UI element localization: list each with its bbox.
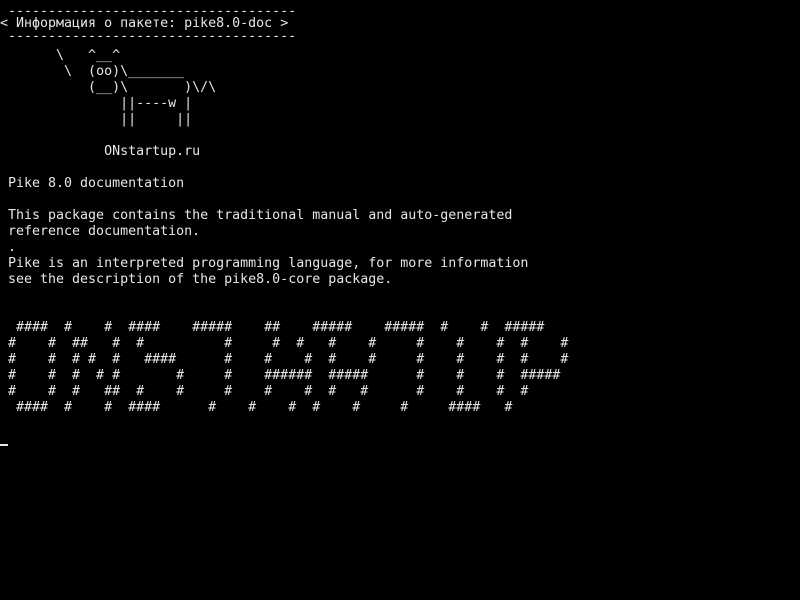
cow-art-line: \ ^__^ — [0, 48, 121, 63]
cow-art-line: \ (oo)\_______ — [0, 64, 185, 79]
banner-line: # # # # # #### # # # # # # # # # # — [8, 352, 569, 367]
banner-line: # # ## # # # # # # # # # # # # — [8, 336, 569, 351]
description-line: This package contains the traditional ma… — [8, 208, 513, 223]
cow-art-line: (__)\ )\/\ — [0, 80, 217, 95]
banner-line: #### # # #### ##### ## ##### ##### # # #… — [8, 320, 545, 335]
banner-line: #### # # #### # # # # # # #### # — [8, 400, 513, 415]
site-name: ONstartup.ru — [0, 144, 201, 159]
text-cursor — [0, 444, 8, 446]
cow-art-line: ||----w | — [0, 96, 193, 111]
cow-art-line: || || — [0, 112, 193, 127]
terminal-screen[interactable]: ------------------------------------ < И… — [0, 0, 800, 600]
description-line: . — [8, 240, 17, 255]
description-line: Pike is an interpreted programming langu… — [8, 256, 529, 271]
bubble-bottom-border: ------------------------------------ — [0, 29, 297, 44]
banner-line: # # # # # # # ###### ##### # # # ##### — [8, 368, 561, 383]
package-title: Pike 8.0 documentation — [8, 176, 185, 191]
banner-line: # # # ## # # # # # # # # # # # — [8, 384, 529, 399]
description-line: reference documentation. — [8, 224, 201, 239]
description-line: see the description of the pike8.0-core … — [8, 272, 393, 287]
